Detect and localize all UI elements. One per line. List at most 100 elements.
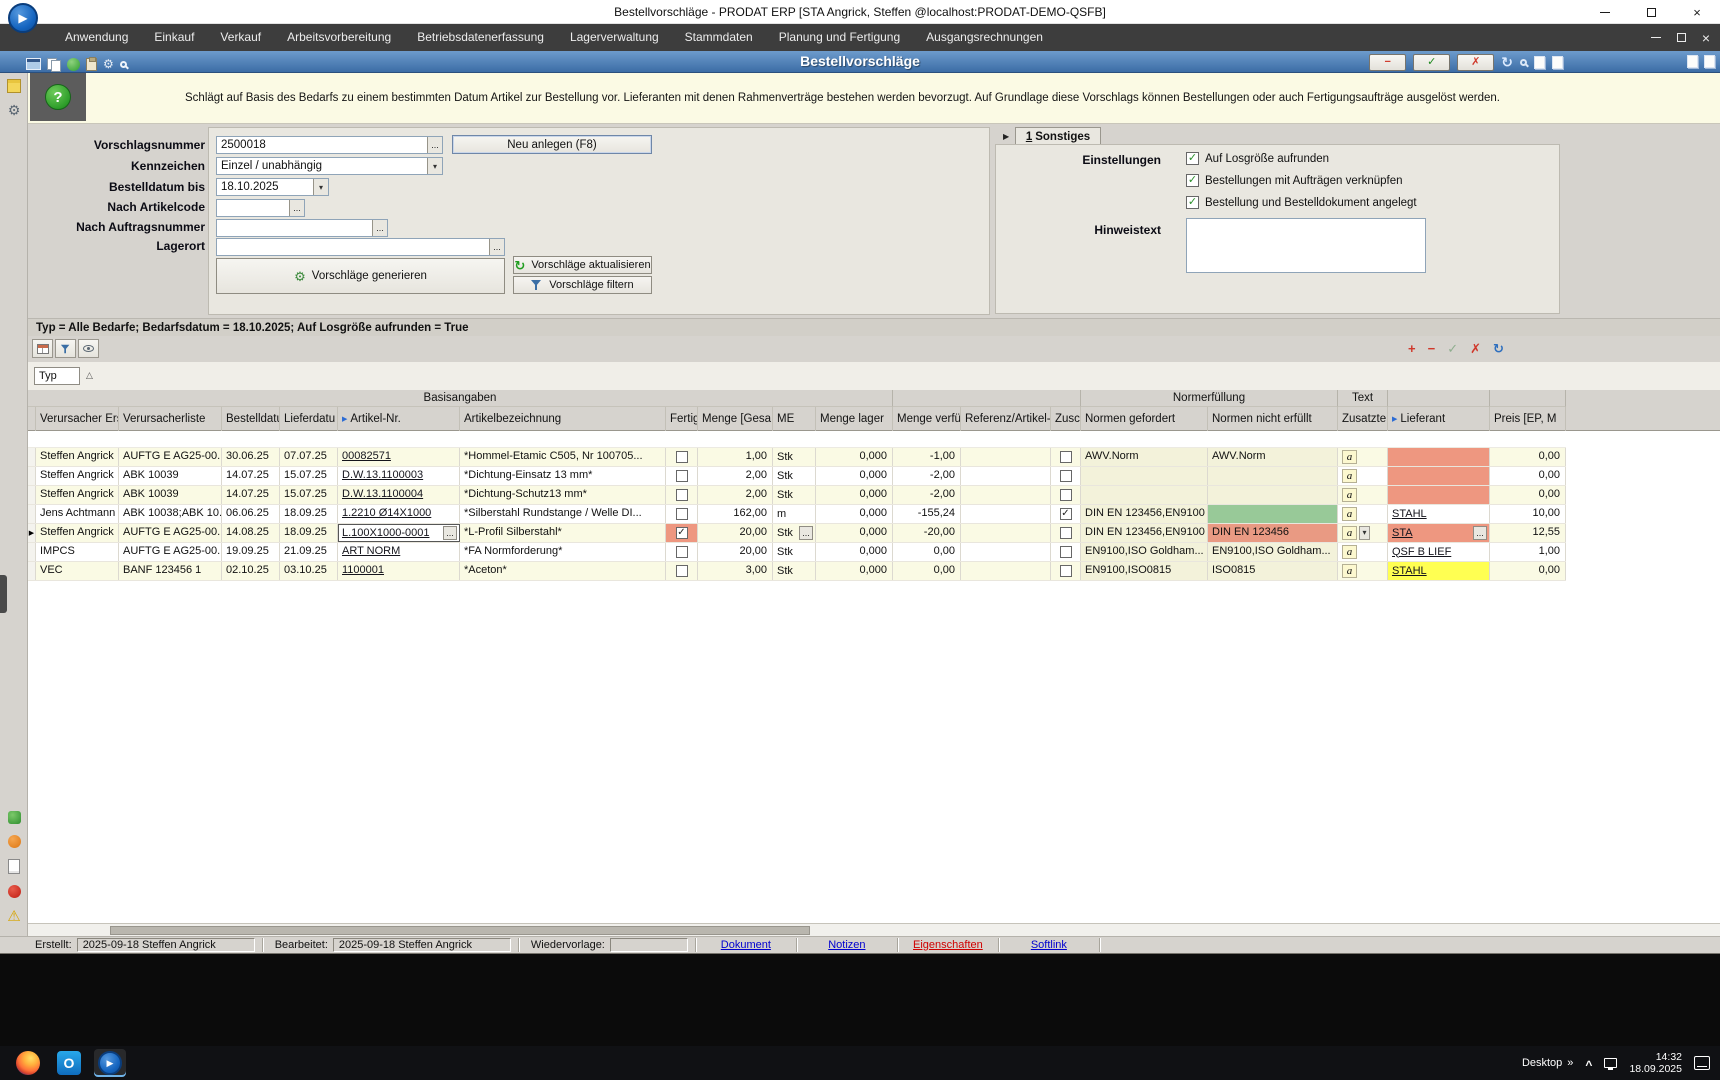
lieferant-link[interactable]: STAHL: [1392, 563, 1427, 580]
maximize-button[interactable]: [1628, 0, 1674, 24]
cell-menge-verfuegbar[interactable]: -2,00: [893, 486, 961, 504]
cell-preis[interactable]: 0,00: [1490, 448, 1566, 466]
checkbox-icon[interactable]: ✓: [1186, 174, 1199, 187]
cell-bestelldatum[interactable]: 02.10.25: [222, 562, 280, 580]
wiedervorlage-value[interactable]: [610, 938, 688, 952]
table-row[interactable]: IMPCSAUFTG E AG25-00...19.09.2521.09.25A…: [28, 543, 1566, 562]
lookup-button[interactable]: ...: [489, 239, 504, 255]
col-menge-lagernd[interactable]: Menge lager: [816, 407, 893, 431]
softlink-link[interactable]: Softlink: [1006, 939, 1092, 951]
orange-status-icon[interactable]: [8, 835, 21, 848]
col-menge-verfuegbar[interactable]: Menge verfü: [893, 407, 961, 431]
grid-filter-button[interactable]: [55, 339, 76, 358]
delete-record-button[interactable]: −: [1369, 54, 1406, 71]
vorschlaege-generieren-button[interactable]: ⚙ Vorschläge generieren: [216, 258, 505, 294]
cell-verursacher[interactable]: Steffen Angrick: [36, 467, 119, 485]
cell-zuschnitt[interactable]: ✓: [1051, 505, 1081, 523]
eigenschaften-link[interactable]: Eigenschaften: [905, 939, 991, 951]
cell-bestelldatum[interactable]: 30.06.25: [222, 448, 280, 466]
close-button[interactable]: ×: [1674, 0, 1720, 24]
cell-bestelldatum[interactable]: 14.07.25: [222, 486, 280, 504]
cell-referenz[interactable]: [961, 467, 1051, 485]
col-preis[interactable]: Preis [EP, M: [1490, 407, 1566, 431]
cell-lieferdatum[interactable]: 15.07.25: [280, 486, 338, 504]
cell-verursacherliste[interactable]: AUFTG E AG25-00...: [119, 448, 222, 466]
cell-normen-gefordert[interactable]: EN9100,ISO Goldham...: [1081, 543, 1208, 561]
cell-menge[interactable]: 1,00: [698, 448, 773, 466]
cell-fertigung[interactable]: [666, 486, 698, 504]
delete-row-button[interactable]: −: [1428, 342, 1436, 355]
cell-lieferant[interactable]: STA...: [1388, 524, 1490, 542]
tab-arrow-icon[interactable]: ▶: [1003, 132, 1009, 141]
table-row[interactable]: Steffen AngrickAUFTG E AG25-00...30.06.2…: [28, 448, 1566, 467]
cell-normen-nicht-erfuellt[interactable]: DIN EN 123456: [1208, 524, 1338, 542]
cell-normen-gefordert[interactable]: DIN EN 123456,EN9100: [1081, 505, 1208, 523]
menu-arbeitsvorbereitung[interactable]: Arbeitsvorbereitung: [274, 24, 404, 51]
cell-fertigung[interactable]: [666, 562, 698, 580]
cell-zuschnitt[interactable]: [1051, 524, 1081, 542]
cell-me[interactable]: m: [773, 505, 816, 523]
cell-me[interactable]: Stk: [773, 467, 816, 485]
cell-verursacherliste[interactable]: ABK 10039: [119, 467, 222, 485]
grid-view-button[interactable]: [78, 339, 99, 358]
cell-lieferdatum[interactable]: 18.09.25: [280, 524, 338, 542]
copy-icon[interactable]: [47, 58, 61, 71]
menu-verkauf[interactable]: Verkauf: [207, 24, 274, 51]
checkbox-icon[interactable]: ✓: [1186, 152, 1199, 165]
artikelnr-link[interactable]: 1100001: [342, 564, 384, 576]
book-icon[interactable]: [1704, 55, 1715, 68]
text-chip-icon[interactable]: a: [1342, 564, 1357, 578]
clipboard-icon[interactable]: [86, 58, 97, 71]
horizontal-scrollbar[interactable]: [28, 923, 1720, 936]
cell-artikelnr[interactable]: 1.2210 Ø14X1000: [338, 505, 460, 523]
col-me[interactable]: ME: [773, 407, 816, 431]
cell-zusatztext[interactable]: a▾: [1338, 524, 1388, 542]
cell-referenz[interactable]: [961, 543, 1051, 561]
cell-zusatztext[interactable]: a: [1338, 562, 1388, 580]
cell-menge[interactable]: 3,00: [698, 562, 773, 580]
cell-normen-gefordert[interactable]: AWV.Norm: [1081, 448, 1208, 466]
fertigung-checkbox[interactable]: [676, 489, 688, 501]
settings-gear-icon[interactable]: ⚙: [8, 103, 21, 117]
table-row[interactable]: Jens Achtmann ;...ABK 10038;ABK 10...06.…: [28, 505, 1566, 524]
ellipsis-button[interactable]: ...: [443, 526, 457, 540]
artikelnr-link[interactable]: L.100X1000-0001: [342, 525, 429, 542]
cell-lieferdatum[interactable]: 07.07.25: [280, 448, 338, 466]
cell-menge-verfuegbar[interactable]: -155,24: [893, 505, 961, 523]
zuschnitt-checkbox[interactable]: [1060, 451, 1072, 463]
menu-einkauf[interactable]: Einkauf: [141, 24, 207, 51]
nach-auftragsnummer-field[interactable]: ...: [216, 219, 388, 237]
text-chip-icon[interactable]: a: [1342, 545, 1357, 559]
col-normen-nicht-erfuellt[interactable]: Normen nicht erfüllt: [1208, 407, 1338, 431]
dropdown-icon[interactable]: ▾: [427, 158, 442, 174]
cell-preis[interactable]: 0,00: [1490, 562, 1566, 580]
cell-zuschnitt[interactable]: [1051, 486, 1081, 504]
cell-lieferant[interactable]: STAHL: [1388, 505, 1490, 523]
green-status-icon[interactable]: [8, 811, 21, 824]
tray-expand-icon[interactable]: ^: [1585, 1058, 1592, 1072]
fertigung-checkbox[interactable]: [676, 470, 688, 482]
cell-menge-lagernd[interactable]: 0,000: [816, 543, 893, 561]
kennzeichen-select[interactable]: Einzel / unabhängig ▾: [216, 157, 443, 175]
search-button[interactable]: [1520, 53, 1527, 71]
zuschnitt-checkbox[interactable]: [1060, 489, 1072, 501]
cell-artikelnr[interactable]: D.W.13.1100003: [338, 467, 460, 485]
table-row[interactable]: ▶Steffen AngrickAUFTG E AG25-00...14.08.…: [28, 524, 1566, 543]
fertigung-checkbox[interactable]: [676, 508, 688, 520]
post-button[interactable]: ✓: [1447, 342, 1458, 355]
cell-lieferant[interactable]: [1388, 448, 1490, 466]
text-chip-icon[interactable]: a: [1342, 450, 1357, 464]
cell-bestelldatum[interactable]: 19.09.25: [222, 543, 280, 561]
cell-zusatztext[interactable]: a: [1338, 505, 1388, 523]
cell-normen-gefordert[interactable]: DIN EN 123456,EN9100: [1081, 524, 1208, 542]
lieferant-link[interactable]: STA: [1392, 525, 1413, 542]
cell-artikelnr[interactable]: 00082571: [338, 448, 460, 466]
cell-verursacher[interactable]: Steffen Angrick: [36, 448, 119, 466]
gear-icon[interactable]: ⚙: [103, 58, 114, 70]
notizen-link[interactable]: Notizen: [804, 939, 890, 951]
clock[interactable]: 14:32 18.09.2025: [1629, 1051, 1682, 1075]
cell-menge-lagernd[interactable]: 0,000: [816, 562, 893, 580]
artikelnr-link[interactable]: D.W.13.1100003: [342, 469, 423, 481]
checkbox-bestelldokument[interactable]: ✓ Bestellung und Bestelldokument angeleg…: [1186, 196, 1417, 209]
mdi-close-icon[interactable]: ×: [1702, 31, 1710, 45]
